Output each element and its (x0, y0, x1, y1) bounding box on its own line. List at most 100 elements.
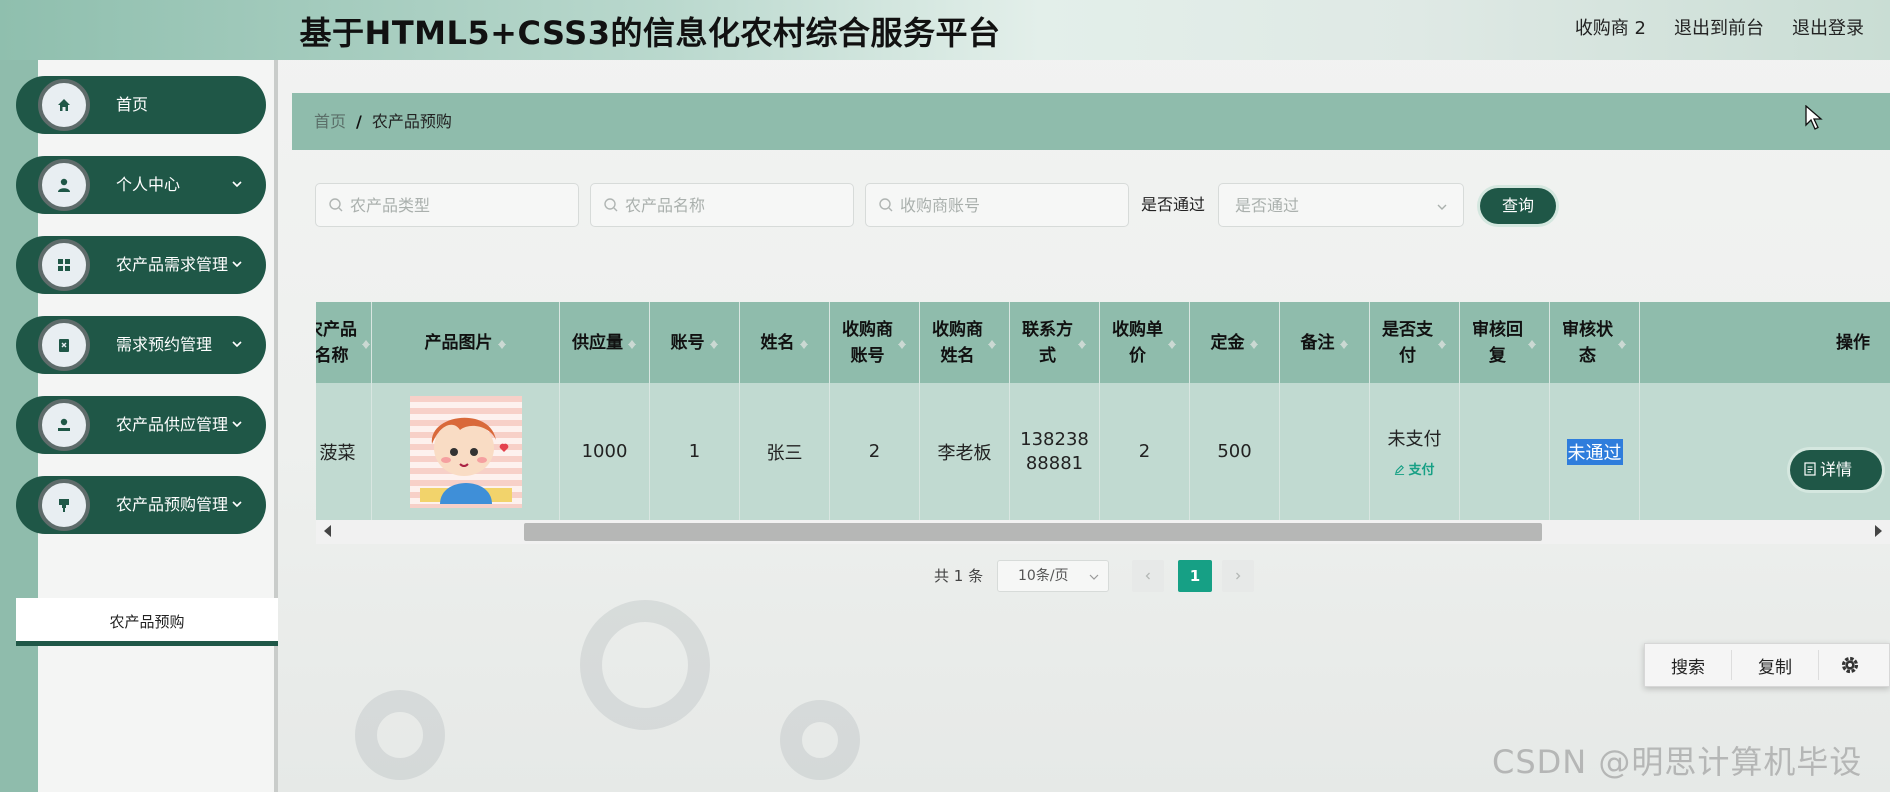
breadcrumb: 首页 / 农产品预购 (314, 93, 452, 150)
breadcrumb-separator: / (356, 112, 362, 131)
sort-icon (1527, 336, 1537, 350)
cell-product-image (372, 383, 560, 520)
sort-icon (1249, 336, 1259, 350)
column-header-unit-price[interactable]: 收购单 价 (1100, 302, 1190, 383)
cell-phone: 138238 88881 (1010, 383, 1100, 520)
cell-unit-price: 2 (1100, 383, 1190, 520)
sort-icon (709, 336, 719, 350)
detail-button[interactable]: 详情 (1790, 450, 1882, 490)
chevron-right-icon (1236, 572, 1241, 580)
chevron-down-icon (232, 421, 242, 428)
toolbox-divider (1731, 650, 1732, 680)
column-header-reply[interactable]: 审核回 复 (1460, 302, 1550, 383)
sidebar-item-label: 农产品供应管理 (116, 415, 229, 434)
approved-filter-label: 是否通过 (1141, 195, 1206, 214)
column-header-product-name[interactable]: 农产品 名称 (316, 302, 372, 383)
toolbox-divider (1818, 650, 1819, 680)
column-header-note[interactable]: 备注 (1280, 302, 1370, 383)
cell-buyer-name: 李老板 (920, 383, 1010, 520)
chevron-down-icon (1089, 574, 1099, 580)
pay-link[interactable]: 支付 (1394, 459, 1435, 478)
chevron-down-icon (1437, 204, 1447, 210)
query-button[interactable]: 查询 (1480, 188, 1556, 224)
column-header-product-image[interactable]: 产品图片 (372, 302, 560, 383)
product-image[interactable] (409, 395, 522, 508)
input-placeholder: 农产品名称 (625, 196, 706, 215)
sort-icon (1437, 336, 1447, 350)
column-header-account[interactable]: 账号 (650, 302, 740, 383)
breadcrumb-home-link[interactable]: 首页 (314, 112, 346, 131)
column-header-paid[interactable]: 是否支 付 (1370, 302, 1460, 383)
column-header-supply[interactable]: 供应量 (560, 302, 650, 383)
cell-account: 1 (650, 383, 740, 520)
current-user-link[interactable]: 收购商 2 (1575, 14, 1646, 40)
gear-icon[interactable] (1839, 654, 1861, 676)
paid-status: 未支付 (1387, 429, 1442, 450)
cell-person: 张三 (740, 383, 830, 520)
sidebar-item-label: 需求预约管理 (116, 335, 213, 354)
prev-page-button[interactable] (1132, 560, 1164, 592)
sidebar-item-personal-center[interactable]: 个人中心 (16, 156, 266, 214)
approved-select[interactable]: 是否通过 (1218, 183, 1464, 227)
input-placeholder: 收购商账号 (900, 196, 981, 215)
sort-icon (627, 336, 637, 350)
logout-link[interactable]: 退出登录 (1792, 14, 1864, 40)
chevron-down-icon (232, 181, 242, 188)
horizontal-scrollbar[interactable] (316, 520, 1890, 544)
sidebar-item-label: 农产品需求管理 (116, 255, 229, 274)
sort-icon (1077, 336, 1087, 350)
sidebar-item-label: 个人中心 (116, 175, 181, 194)
grid-icon (38, 239, 90, 291)
column-header-phone[interactable]: 联系方 式 (1010, 302, 1100, 383)
sort-icon (361, 336, 371, 350)
chevron-down-icon (232, 501, 242, 508)
search-icon (879, 198, 893, 212)
edit-icon (1395, 465, 1405, 475)
input-placeholder: 农产品类型 (350, 196, 431, 215)
mouse-cursor-icon (1805, 105, 1823, 130)
column-header-person[interactable]: 姓名 (740, 302, 830, 383)
scrollbar-thumb[interactable] (524, 523, 1542, 541)
column-header-status[interactable]: 审核状 态 (1550, 302, 1640, 383)
toolbox-search-button[interactable]: 搜索 (1671, 653, 1705, 678)
toolbox-copy-button[interactable]: 复制 (1758, 653, 1792, 678)
sort-icon (497, 336, 507, 350)
column-header-buyer-account[interactable]: 收购商 账号 (830, 302, 920, 383)
status-badge: 未通过 (1566, 438, 1623, 465)
user-icon (38, 159, 90, 211)
top-header: 基于HTML5+CSS3的信息化农村综合服务平台 收购商 2 退出到前台 退出登… (0, 0, 1890, 60)
table-header: 农产品 名称 产品图片 供应量 账号 姓名 收购商 账号 收购商 姓名 联系方 … (316, 302, 1890, 383)
sort-icon (1617, 336, 1627, 350)
buyer-account-input[interactable]: 收购商账号 (865, 183, 1129, 227)
sidebar-item-reservation-management[interactable]: 需求预约管理 (16, 316, 266, 374)
scroll-left-icon[interactable] (324, 525, 331, 537)
sort-icon (897, 336, 907, 350)
back-to-frontend-link[interactable]: 退出到前台 (1674, 14, 1764, 40)
data-table: 农产品 名称 产品图片 供应量 账号 姓名 收购商 账号 收购商 姓名 联系方 … (316, 302, 1890, 550)
page-number-current[interactable]: 1 (1178, 560, 1212, 592)
pin-icon (38, 479, 90, 531)
sidebar-item-supply-management[interactable]: 农产品供应管理 (16, 396, 266, 454)
page-size-select[interactable]: 10条/页 (997, 560, 1109, 592)
column-header-buyer-name[interactable]: 收购商 姓名 (920, 302, 1010, 383)
sidebar-item-presale-management[interactable]: 农产品预购管理 (16, 476, 266, 534)
scroll-right-icon[interactable] (1875, 525, 1882, 537)
column-header-actions: 操作 (1836, 332, 1870, 353)
search-icon (604, 198, 618, 212)
column-header-deposit[interactable]: 定金 (1190, 302, 1280, 383)
submenu-item-presale[interactable]: 农产品预购 (16, 598, 278, 646)
cell-deposit: 500 (1190, 383, 1280, 520)
sort-icon (987, 336, 997, 350)
pagination-total: 共 1 条 (934, 567, 984, 585)
select-placeholder: 是否通过 (1235, 196, 1300, 215)
user-icon (38, 399, 90, 451)
table-row[interactable]: 菠菜 1000 1 张三 2 李老板 138238 88881 2 500 未支… (316, 383, 1890, 520)
sidebar-item-home[interactable]: 首页 (16, 76, 266, 134)
product-type-input[interactable]: 农产品类型 (315, 183, 579, 227)
next-page-button[interactable] (1222, 560, 1254, 592)
product-name-input[interactable]: 农产品名称 (590, 183, 854, 227)
chevron-down-icon (232, 261, 242, 268)
sidebar-item-demand-management[interactable]: 农产品需求管理 (16, 236, 266, 294)
watermark: CSDN @明思计算机毕设 (1492, 743, 1863, 781)
home-icon (38, 79, 90, 131)
